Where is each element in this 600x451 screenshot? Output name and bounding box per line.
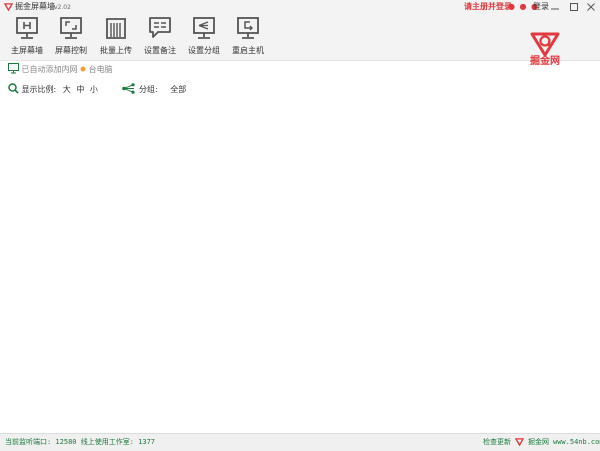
zoom-icon <box>8 83 19 94</box>
group-all-option[interactable]: 全部 <box>170 85 186 94</box>
listen-port-status: 当前监听端口: 12580 线上使用工作室: 1377 <box>5 438 156 446</box>
auto-added-label: 已自动添加内网 <box>21 65 78 74</box>
maximize-icon[interactable] <box>568 1 580 13</box>
toolbar-label: 主屏幕墙 <box>11 46 43 55</box>
scale-medium-option[interactable]: 中 <box>76 85 84 94</box>
app-version: v2.02 <box>54 4 71 11</box>
scale-small-option[interactable]: 小 <box>90 85 98 94</box>
status-bar: 当前监听端口: 12580 线上使用工作室: 1377 检查更新 掘金网 www… <box>0 433 600 451</box>
upload-bars-icon <box>106 18 126 39</box>
register-login-link[interactable]: 请主册并登录 <box>464 1 512 13</box>
close-icon[interactable] <box>585 1 597 13</box>
screen-control-button[interactable]: 屏幕控制 <box>49 17 93 59</box>
brand-name: 掘金网 <box>530 56 560 67</box>
toolbar-label: 设置分组 <box>188 46 220 55</box>
scale-large-option[interactable]: 大 <box>63 85 71 94</box>
pc-count-label: 台电脑 <box>88 65 113 74</box>
group-label: 分组: <box>138 85 158 94</box>
monitor-icon <box>8 63 19 74</box>
lan-info-row: 已自动添加内网 台电脑 <box>8 63 113 76</box>
toolbar-label: 批量上传 <box>100 46 132 55</box>
check-update-link[interactable]: 检查更新 <box>483 437 511 447</box>
juejin-logo-icon <box>530 32 560 57</box>
toolbar-label: 屏幕控制 <box>55 46 87 55</box>
status-dot-icon <box>80 66 86 72</box>
brand-logo: 掘金网 <box>524 32 566 70</box>
set-note-button[interactable]: 设置备注 <box>138 17 182 59</box>
restart-host-button[interactable]: 重启主机 <box>226 17 270 59</box>
title-bar: 掘金屏幕墙 v2.02 请主册并登录 ● ● ● 登录 <box>0 0 600 14</box>
brand-small-icon <box>515 438 524 446</box>
minimize-icon[interactable] <box>549 1 561 13</box>
monitor-expand-icon <box>60 17 82 39</box>
set-group-button[interactable]: 设置分组 <box>182 17 226 59</box>
app-logo-icon <box>4 3 13 11</box>
scale-label: 显示比例: <box>21 85 57 94</box>
site-url: www.54nb.com <box>553 438 600 446</box>
app-title: 掘金屏幕墙 <box>15 2 55 11</box>
batch-upload-button[interactable]: 批量上传 <box>94 17 138 59</box>
toolbar-label: 设置备注 <box>144 46 176 55</box>
group-share-icon <box>122 83 136 94</box>
comment-note-icon <box>149 17 171 38</box>
brand-link[interactable]: 掘金网 <box>528 437 549 447</box>
monitor-group-icon <box>193 17 215 39</box>
login-button[interactable]: 登录 <box>533 1 549 13</box>
toolbar-label: 重启主机 <box>232 46 264 55</box>
monitor-h-icon <box>16 17 38 39</box>
main-screen-wall-button[interactable]: 主屏幕墙 <box>5 17 49 59</box>
monitor-restart-icon <box>237 17 259 39</box>
toolbar: 主屏幕墙 屏幕控制 批量上传 设置备注 设置分组 重启主机 掘金网 <box>0 14 600 67</box>
view-options-row: 显示比例: 大 中 小 分组: 全部 <box>8 83 186 96</box>
